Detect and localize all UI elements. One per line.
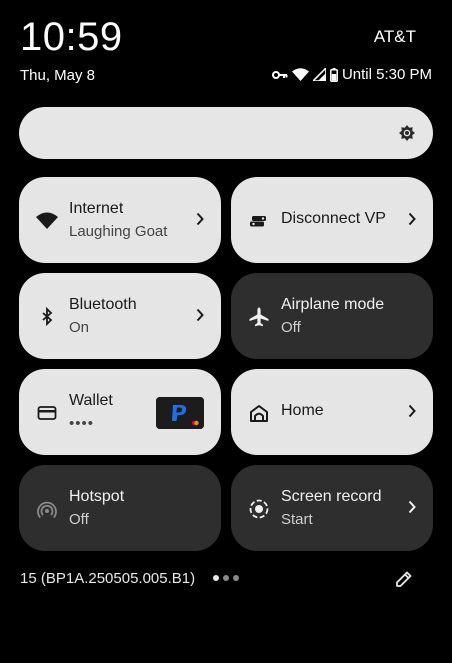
tile-wallet[interactable]: Wallet •••• bbox=[19, 369, 221, 455]
paypal-card[interactable] bbox=[156, 397, 204, 429]
hotspot-icon bbox=[36, 498, 58, 520]
page-dot[interactable] bbox=[213, 575, 219, 581]
page-dot[interactable] bbox=[233, 575, 239, 581]
tile-subtitle: Laughing Goat bbox=[69, 223, 168, 240]
tile-vpn[interactable]: Disconnect VPN bbox=[231, 177, 433, 263]
chevron-right-icon[interactable] bbox=[408, 404, 416, 423]
tile-subtitle: Start bbox=[281, 511, 313, 528]
battery-icon bbox=[330, 67, 338, 82]
tile-airplane-mode[interactable]: Airplane mode Off bbox=[231, 273, 433, 359]
tile-title: Disconnect VPN bbox=[281, 210, 385, 227]
wallet-icon bbox=[36, 402, 58, 424]
page-dot[interactable] bbox=[223, 575, 229, 581]
tile-title: Airplane mode bbox=[281, 296, 385, 313]
signal-icon bbox=[312, 68, 326, 81]
tile-screen-record[interactable]: Screen record Start bbox=[231, 465, 433, 551]
chevron-right-icon[interactable] bbox=[196, 212, 204, 231]
tile-subtitle: •••• bbox=[69, 415, 95, 432]
tile-bluetooth[interactable]: Bluetooth On bbox=[19, 273, 221, 359]
tile-title: Screen record bbox=[281, 488, 382, 505]
clock: 10:59 bbox=[20, 15, 123, 59]
tile-title: Bluetooth bbox=[69, 296, 137, 313]
chevron-right-icon[interactable] bbox=[196, 308, 204, 327]
status-icons: Until 5:30 PM bbox=[271, 66, 432, 83]
wifi-icon bbox=[36, 210, 58, 232]
airplane-icon bbox=[248, 306, 270, 328]
chevron-right-icon[interactable] bbox=[408, 500, 416, 519]
screen-record-icon bbox=[248, 498, 270, 520]
home-icon bbox=[248, 402, 270, 424]
tile-title: Home bbox=[281, 402, 324, 419]
bluetooth-icon bbox=[36, 306, 58, 328]
wifi-icon bbox=[291, 68, 309, 81]
vpn-key-icon bbox=[271, 70, 288, 80]
edit-icon[interactable] bbox=[394, 569, 414, 594]
vpn-icon bbox=[248, 210, 270, 232]
chevron-right-icon[interactable] bbox=[408, 212, 416, 231]
build-number: 15 (BP1A.250505.005.B1) bbox=[20, 570, 196, 587]
date-label: Thu, May 8 bbox=[20, 67, 96, 84]
tile-title: Hotspot bbox=[69, 488, 125, 505]
brightness-slider[interactable] bbox=[19, 107, 433, 159]
tile-home[interactable]: Home bbox=[231, 369, 433, 455]
tile-title: Wallet bbox=[69, 392, 113, 409]
tile-hotspot[interactable]: Hotspot Off bbox=[19, 465, 221, 551]
tile-subtitle: Off bbox=[281, 319, 301, 336]
tile-subtitle: On bbox=[69, 319, 90, 336]
tile-title: Internet bbox=[69, 200, 124, 217]
tile-subtitle: Off bbox=[69, 511, 89, 528]
battery-text: Until 5:30 PM bbox=[341, 66, 432, 83]
carrier-label: AT&T bbox=[373, 27, 416, 46]
page-indicator[interactable] bbox=[213, 575, 239, 581]
tile-internet[interactable]: Internet Laughing Goat bbox=[19, 177, 221, 263]
brightness-icon bbox=[398, 124, 416, 147]
